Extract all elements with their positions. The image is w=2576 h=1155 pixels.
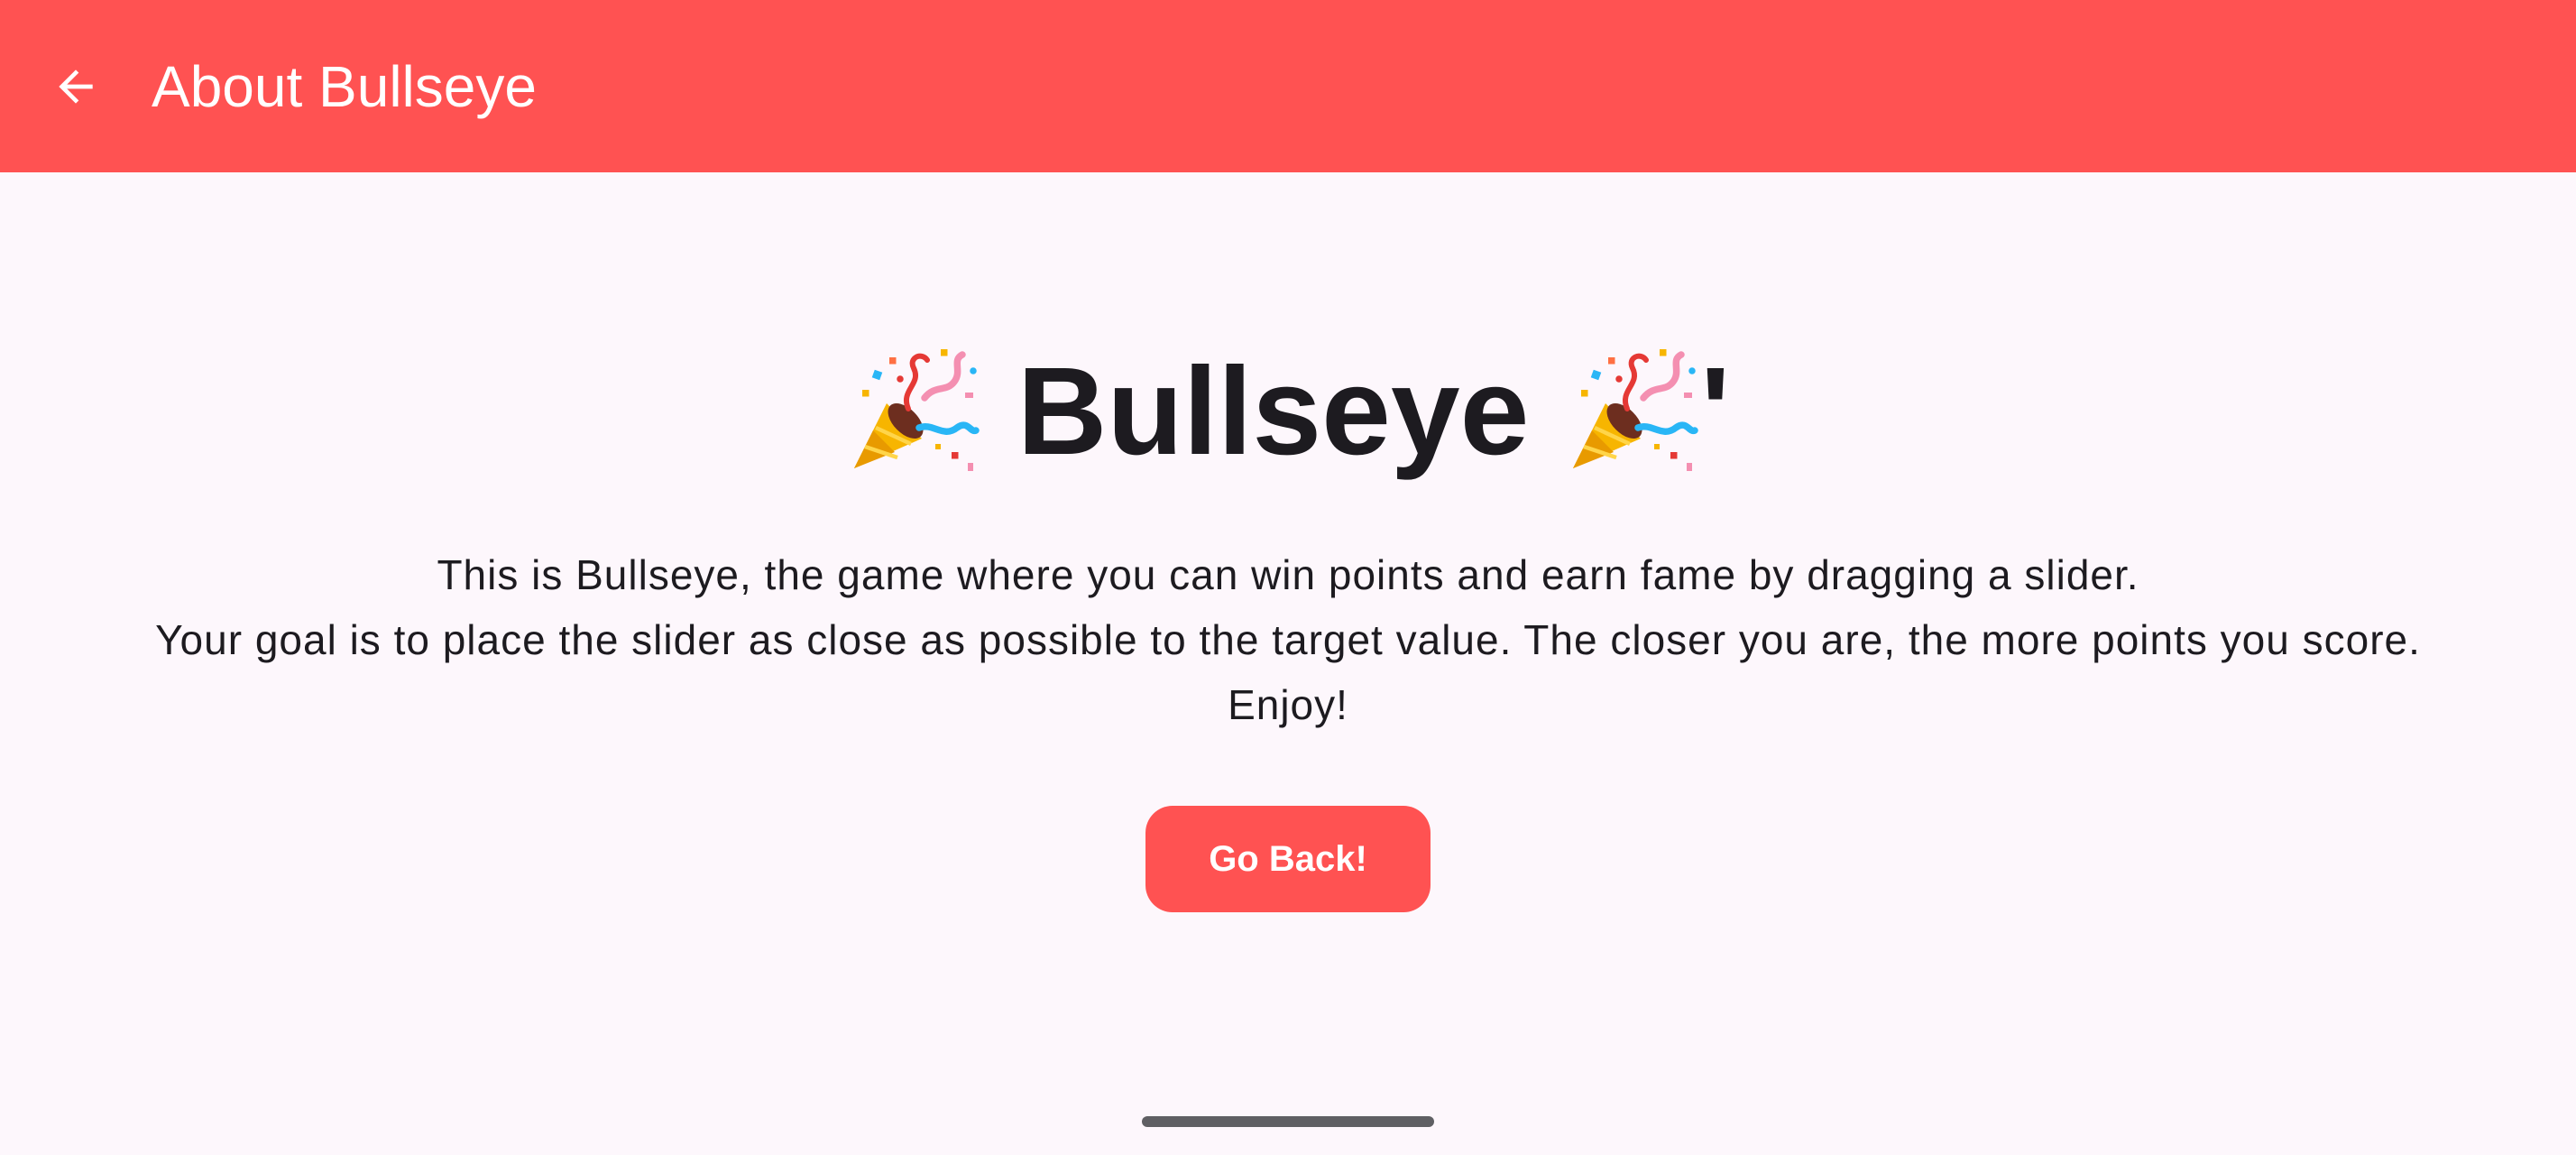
gesture-navigation-handle[interactable] [1142, 1116, 1434, 1127]
heading-suffix: ' [1700, 342, 1731, 481]
party-popper-icon [846, 344, 981, 479]
about-content: Bullseye ' This is Bullseye, the game wh… [0, 172, 2576, 1155]
description-line: Enjoy! [1228, 681, 1348, 728]
app-heading: Bullseye [1017, 342, 1530, 481]
heading-row: Bullseye ' [0, 335, 2576, 488]
description-text: This is Bullseye, the game where you can… [54, 542, 2522, 737]
app-bar: About Bullseye [0, 0, 2576, 172]
party-popper-icon [1565, 344, 1700, 479]
go-back-button-label: Go Back! [1209, 838, 1367, 879]
description-line: This is Bullseye, the game where you can… [437, 551, 2139, 598]
page-title: About Bullseye [152, 54, 537, 119]
go-back-button[interactable]: Go Back! [1145, 806, 1431, 912]
arrow-back-icon [51, 61, 101, 112]
back-button[interactable] [34, 45, 117, 128]
description-line: Your goal is to place the slider as clos… [155, 616, 2421, 663]
